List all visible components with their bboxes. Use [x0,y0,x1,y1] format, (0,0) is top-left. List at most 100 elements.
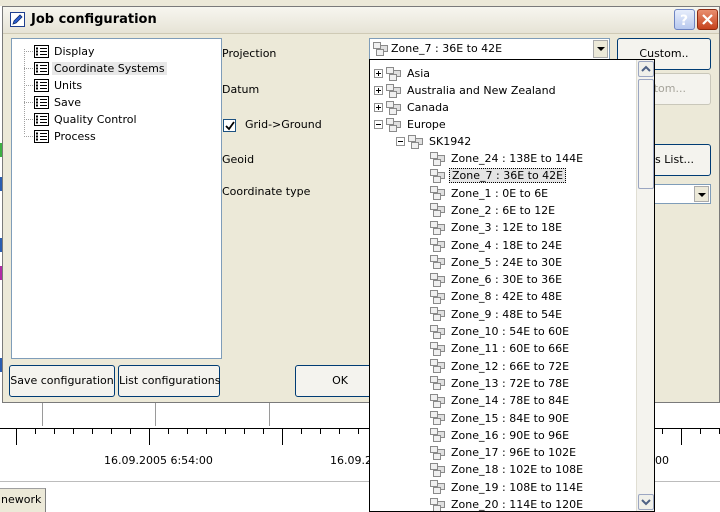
zone-label: Zone_20 : 114E to 120E [451,498,584,511]
grid-icon [373,42,388,56]
zone-item[interactable]: Zone_15 : 84E to 90E [430,410,571,427]
zone-label: Zone_12 : 66E to 72E [451,359,570,373]
grid-icon [430,203,445,218]
zone-item[interactable]: Zone_17 : 96E to 102E [430,444,578,461]
close-icon [702,14,713,25]
expand-icon[interactable] [374,69,383,78]
chevron-down-icon[interactable] [694,186,709,202]
zone-label: Zone_24 : 138E to 144E [451,152,584,165]
grid-icon [430,359,445,374]
grid-icon [386,100,401,115]
scroll-up-button[interactable] [638,61,654,77]
grid-icon [430,393,445,408]
scroll-down-button[interactable] [638,494,654,510]
grid-icon [430,445,445,460]
zone-label: Zone_19 : 108E to 114E [451,480,584,494]
expand-icon[interactable] [374,86,383,95]
coordinate-type-label: Coordinate type [222,185,311,198]
framework-tab[interactable]: nework [0,488,46,512]
timeline-label-left: 16.09.2005 6:54:00 [104,454,213,467]
group-node[interactable]: SK1942 [396,133,473,150]
collapse-icon[interactable] [396,137,405,146]
tree-item[interactable]: Save [24,94,83,111]
grid-icon [386,66,401,81]
tree-item-label: Coordinate Systems [52,62,167,75]
zone-label: Zone_8 : 42E to 48E [451,290,563,304]
projection-combobox[interactable]: Zone_7 : 36E to 42E [369,38,610,60]
timeline-tick [187,429,188,434]
zone-item[interactable]: Zone_16 : 90E to 96E [430,427,571,444]
zone-item[interactable]: Zone_4 : 18E to 24E [430,237,564,254]
tree-item[interactable]: Quality Control [24,111,139,128]
timeline-tick [700,429,701,434]
region-node[interactable]: Canada [374,99,451,116]
timeline-tick [73,429,74,434]
timeline-tick [282,429,283,445]
grid-ground-label: Grid->Ground [245,118,322,131]
list-configurations-button[interactable]: List configurations [118,365,220,397]
dialog-titlebar[interactable]: Job configuration ? [3,7,719,34]
zone-item[interactable]: Zone_12 : 66E to 72E [430,358,571,375]
timeline-label-right: 00 [655,454,669,467]
scroll-thumb[interactable] [638,79,654,189]
save-configuration-button[interactable]: Save configuration [9,365,115,397]
projection-dropdown-tree[interactable]: Asia Australia and New Zealand Canada Europ… [369,59,655,512]
zone-label: Zone_17 : 96E to 102E [451,446,577,460]
zone-item[interactable]: Zone_6 : 30E to 36E [430,271,564,288]
settings-tree[interactable]: Display Coordinate Systems Units Save Qualit… [11,38,222,359]
timeline-tick [263,429,264,434]
zone-label: Zone_11 : 60E to 66E [451,342,570,356]
timeline-tick [358,429,359,434]
zone-item[interactable]: Zone_9 : 48E to 54E [430,306,564,323]
projection-label: Projection [222,47,277,60]
help-button[interactable]: ? [674,9,695,30]
tree-item[interactable]: Units [24,77,84,94]
svg-text:?: ? [680,13,688,29]
tree-item[interactable]: Coordinate Systems [24,60,167,77]
tree-item[interactable]: Display [24,43,97,60]
zone-item[interactable]: Zone_5 : 24E to 30E [430,254,564,271]
tree-item-label: Display [54,45,95,58]
zone-item[interactable]: Zone_11 : 60E to 66E [430,340,571,357]
zone-item[interactable]: Zone_18 : 102E to 108E [430,461,585,478]
dropdown-scrollbar[interactable] [636,60,654,511]
timeline-tick [92,429,93,434]
tree-item-label: Units [54,79,83,92]
region-node[interactable]: Europe [374,116,448,133]
zone-item[interactable]: Zone_1 : 0E to 6E [430,185,550,202]
zone-item[interactable]: Zone_8 : 42E to 48E [430,288,564,305]
grid-icon [430,289,445,304]
chevron-up-icon [641,65,651,72]
zone-item[interactable]: Zone_14 : 78E to 84E [430,392,571,409]
region-label: Australia and New Zealand [407,84,556,97]
zone-item[interactable]: Zone_7 : 36E to 42E [430,167,567,184]
grid-icon [430,376,445,391]
zone-item[interactable]: Zone_3 : 12E to 18E [430,219,564,236]
region-node[interactable]: Australia and New Zealand [374,82,558,99]
list-icon [34,79,49,92]
zone-item[interactable]: Zone_10 : 54E to 60E [430,323,571,340]
zone-item[interactable]: Zone_13 : 72E to 78E [430,375,571,392]
chevron-down-icon[interactable] [593,40,608,58]
grid-ground-checkbox[interactable] [223,119,236,132]
timeline-tick [111,429,112,434]
zone-item[interactable]: Zone_2 : 6E to 12E [430,202,557,219]
region-node[interactable]: Asia [374,65,432,82]
tree-item[interactable]: Process [24,128,98,145]
zone-label: Zone_4 : 18E to 24E [451,238,563,252]
zone-item[interactable]: Zone_20 : 114E to 120E [430,496,585,511]
save-configuration-label: Save configuration [10,374,114,387]
timeline-tick [206,429,207,434]
timeline-tick [320,429,321,434]
zone-item[interactable]: Zone_24 : 138E to 144E [430,150,585,167]
close-button[interactable] [697,9,718,30]
grid-icon [430,272,445,287]
collapse-icon[interactable] [374,120,383,129]
timeline-tick [681,429,682,445]
zone-label: Zone_15 : 84E to 90E [451,411,570,425]
timeline-tick [35,429,36,434]
zone-item[interactable]: Zone_19 : 108E to 114E [430,479,585,496]
zone-label: Zone_6 : 30E to 36E [451,273,563,287]
coordinate-type-combobox[interactable] [651,184,711,204]
expand-icon[interactable] [374,103,383,112]
